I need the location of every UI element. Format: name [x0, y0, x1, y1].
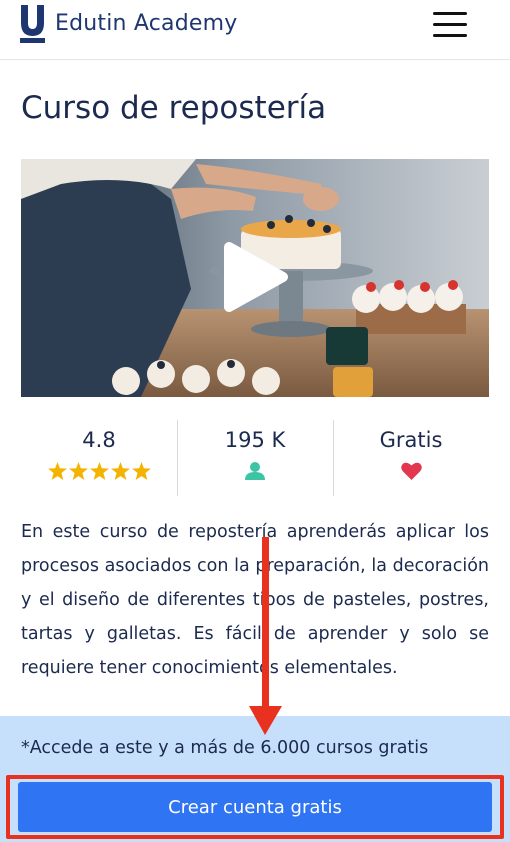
price-stat: Gratis — [333, 420, 489, 496]
rating-stat: 4.8 — [21, 420, 177, 496]
user-icon — [245, 462, 265, 480]
rating-stars — [21, 462, 177, 480]
brand-name[interactable]: Edutin Academy — [55, 11, 237, 36]
star-icon — [47, 462, 67, 480]
students-value: 195 K — [224, 428, 286, 452]
app-header: Edutin Academy — [0, 0, 510, 60]
star-icon — [89, 462, 109, 480]
course-video-thumbnail[interactable] — [21, 159, 489, 397]
price-value: Gratis — [379, 428, 443, 452]
students-stat: 195 K — [177, 420, 333, 496]
create-account-button[interactable]: Crear cuenta gratis — [18, 782, 492, 832]
rating-value: 4.8 — [82, 428, 116, 452]
star-icon — [68, 462, 88, 480]
edutin-logo-icon[interactable] — [20, 5, 45, 43]
page-title: Curso de repostería — [21, 90, 327, 126]
heart-icon — [400, 462, 422, 480]
star-icon — [131, 462, 151, 480]
course-description: En este curso de repostería aprenderás a… — [21, 522, 489, 678]
hamburger-menu-icon[interactable] — [430, 9, 470, 41]
promo-text: *Accede a este y a más de 6.000 cursos g… — [21, 738, 429, 758]
course-stats: 4.8 195 K Gratis — [21, 420, 489, 496]
star-icon — [110, 462, 130, 480]
